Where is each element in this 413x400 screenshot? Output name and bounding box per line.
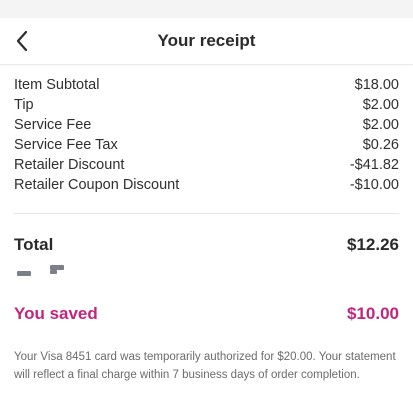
- line-item-label: Tip: [14, 97, 34, 113]
- line-item-value: $2.00: [362, 117, 399, 133]
- line-item-retailer-discount: Retailer Discount -$41.82: [14, 155, 399, 175]
- redacted-placeholder: [17, 271, 31, 276]
- line-item-label: Retailer Discount: [14, 157, 125, 173]
- authorization-note: Your Visa 8451 card was temporarily auth…: [14, 351, 396, 381]
- chevron-left-icon: [16, 30, 28, 52]
- line-item-value: -$10.00: [349, 177, 399, 193]
- line-item-label: Service Fee Tax: [14, 137, 118, 153]
- line-item-service-fee-tax: Service Fee Tax $0.26: [14, 135, 399, 155]
- redacted-placeholder: [50, 270, 57, 274]
- line-item-label: Retailer Coupon Discount: [14, 177, 180, 193]
- line-item-service-fee: Service Fee $2.00: [14, 115, 399, 135]
- header: Your receipt: [0, 18, 413, 65]
- total-row: Total $12.26: [14, 235, 399, 255]
- line-item-item-subtotal: Item Subtotal $18.00: [14, 75, 399, 95]
- back-button[interactable]: [6, 24, 38, 58]
- page-title: Your receipt: [157, 31, 256, 50]
- line-item-value: $2.00: [362, 97, 399, 113]
- line-item-retailer-coupon-discount: Retailer Coupon Discount -$10.00: [14, 175, 399, 195]
- line-item-value: $18.00: [354, 77, 399, 93]
- savings-row: You saved $10.00: [14, 304, 399, 324]
- savings-value: $10.00: [347, 304, 399, 323]
- total-value: $12.26: [347, 235, 399, 254]
- line-item-value: -$41.82: [349, 157, 399, 173]
- line-item-value: $0.26: [362, 137, 399, 153]
- line-item-label: Service Fee: [14, 117, 92, 133]
- status-strip: [0, 0, 413, 18]
- line-item-label: Item Subtotal: [14, 77, 100, 93]
- line-item-tip: Tip $2.00: [14, 95, 399, 115]
- divider: [14, 213, 399, 214]
- savings-label: You saved: [14, 304, 98, 323]
- total-label: Total: [14, 235, 54, 254]
- receipt-line-items: Item Subtotal $18.00 Tip $2.00 Service F…: [14, 75, 399, 195]
